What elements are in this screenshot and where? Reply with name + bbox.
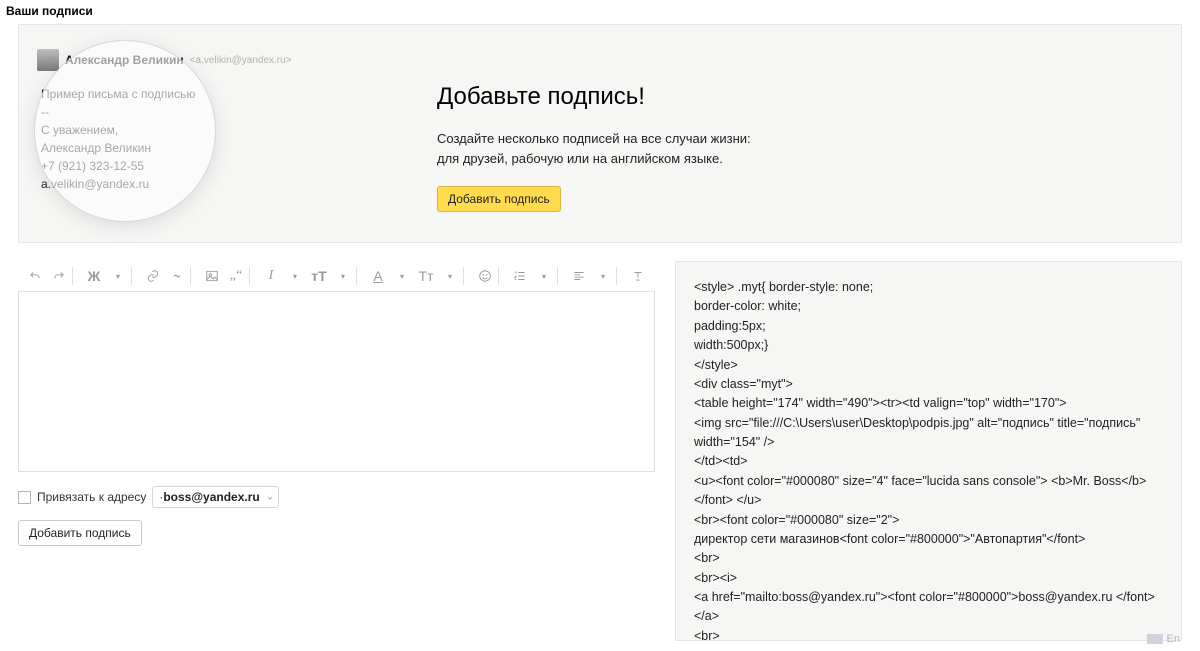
unlink-icon[interactable] — [168, 267, 186, 285]
chevron-down-icon[interactable]: ▾ — [535, 267, 553, 285]
avatar — [37, 49, 59, 71]
language-switch[interactable]: En — [1147, 633, 1180, 645]
section-title: Ваши подписи — [0, 0, 1200, 24]
preview-user-name: Александр Великин — [65, 53, 184, 67]
chevron-down-icon[interactable]: ▾ — [334, 267, 352, 285]
chevron-down-icon: ⌄ — [266, 492, 274, 503]
undo-icon[interactable] — [26, 267, 44, 285]
editor-toolbar: Ж ▾ „“ I ▾ тТ ▾ A — [18, 261, 655, 292]
preview-user-email: <a.velikin@yandex.ru> — [190, 55, 292, 66]
chevron-down-icon[interactable]: ▾ — [594, 267, 612, 285]
preview-line: a.velikin@yandex.ru — [41, 175, 307, 193]
preview-line: С уважением, — [41, 121, 307, 139]
emoji-icon[interactable] — [476, 267, 494, 285]
preview-user-line: Александр Великин <a.velikin@yandex.ru> — [37, 49, 307, 71]
chevron-down-icon[interactable]: ▾ — [109, 267, 127, 285]
heading-icon[interactable]: тТ — [310, 267, 328, 285]
chevron-down-icon[interactable]: ▾ — [393, 267, 411, 285]
add-signature-button-promo[interactable]: Добавить подпись — [437, 186, 561, 212]
font-size-icon[interactable]: Тт — [417, 267, 435, 285]
numbered-list-icon[interactable] — [511, 267, 529, 285]
promo-text: Создайте несколько подписей на все случа… — [437, 129, 751, 168]
align-icon[interactable] — [570, 267, 588, 285]
chevron-down-icon[interactable]: ▾ — [441, 267, 459, 285]
italic-icon[interactable]: I — [262, 267, 280, 285]
preview-line: Пример письма с подписью — [41, 85, 307, 103]
bind-to-address-checkbox[interactable] — [18, 491, 31, 504]
preview-line: +7 (921) 323-12-55 — [41, 157, 307, 175]
image-icon[interactable] — [203, 267, 221, 285]
preview-line: Александр Великин — [41, 139, 307, 157]
html-source-panel[interactable]: <style> .myt{ border-style: none; border… — [675, 261, 1182, 641]
bold-icon[interactable]: Ж — [85, 267, 103, 285]
preview-line: -- — [41, 103, 307, 121]
promo-panel: Александр Великин <a.velikin@yandex.ru> … — [18, 24, 1182, 243]
redo-icon[interactable] — [50, 267, 68, 285]
quote-icon[interactable]: „“ — [227, 267, 245, 285]
gb-flag-icon — [1147, 634, 1163, 644]
address-select[interactable]: ·boss@yandex.ru ⌄ — [152, 486, 278, 508]
chevron-down-icon[interactable]: ▾ — [286, 267, 304, 285]
clear-format-icon[interactable] — [629, 267, 647, 285]
add-signature-button[interactable]: Добавить подпись — [18, 520, 142, 546]
signature-preview: Александр Великин <a.velikin@yandex.ru> … — [37, 43, 307, 212]
text-color-icon[interactable]: A — [369, 267, 387, 285]
link-icon[interactable] — [144, 267, 162, 285]
signature-editor[interactable] — [18, 292, 655, 472]
bind-to-address-label: Привязать к адресу — [37, 490, 146, 504]
promo-heading: Добавьте подпись! — [437, 83, 751, 111]
